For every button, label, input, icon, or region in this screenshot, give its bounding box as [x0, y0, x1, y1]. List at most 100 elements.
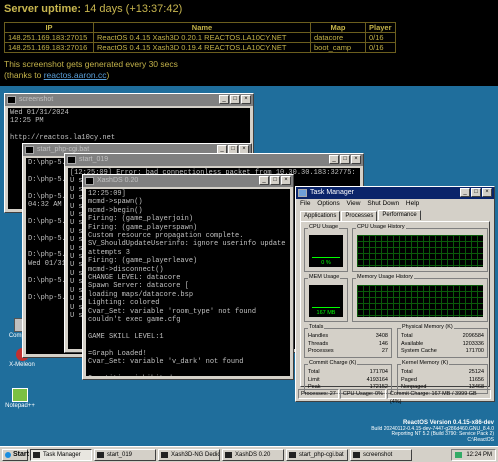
- minimize-button[interactable]: _: [460, 188, 470, 197]
- reactos-aaron-link[interactable]: reactos.aaron.cc: [44, 70, 107, 80]
- close-button[interactable]: ×: [241, 95, 251, 104]
- window-task-manager[interactable]: Task Manager _ □ × File Options View Shut …: [295, 186, 495, 405]
- maximize-button[interactable]: □: [230, 95, 240, 104]
- menu-help[interactable]: Help: [406, 200, 419, 207]
- window-titlebar[interactable]: screenshot _ □ ×: [5, 94, 253, 106]
- stat-row: Limit 4193164: [308, 377, 388, 385]
- minimize-button[interactable]: _: [259, 176, 269, 185]
- taskbar-button-screenshot[interactable]: screenshot: [350, 448, 412, 461]
- close-button[interactable]: ×: [482, 188, 492, 197]
- taskbar-button-start-019[interactable]: start_019: [94, 448, 156, 461]
- close-button[interactable]: ×: [281, 176, 291, 185]
- uptime-line: Server uptime: 14 days (+13:37:42): [4, 3, 182, 15]
- mem-usage-bar: [312, 307, 340, 309]
- stat-label: Available: [401, 340, 424, 347]
- cell-ip: 148.251.169.183:27015: [4, 32, 94, 43]
- stat-row: Available 1203336: [401, 341, 484, 349]
- menu-bar: File Options View Shut Down Help: [296, 199, 494, 209]
- performance-panel: CPU Usage 0 % CPU Usage History MEM Usag…: [300, 221, 490, 394]
- stat-label: Total: [308, 369, 320, 375]
- tab-performance[interactable]: Performance: [378, 210, 421, 220]
- minimize-button[interactable]: _: [219, 95, 229, 104]
- desktop-icon-notepadpp[interactable]: Notepad++: [0, 388, 40, 409]
- tab-applications[interactable]: Applications: [300, 211, 341, 221]
- status-bar: Processes: 27 CPU Usage: 0% Commit Charg…: [298, 389, 492, 405]
- cpu-usage-label: CPU Usage: [308, 224, 340, 230]
- window-title: start_019: [79, 156, 109, 163]
- cell-map: boot_camp: [310, 42, 366, 53]
- uptime-label: Server uptime:: [4, 3, 82, 15]
- system-tray-clock[interactable]: 12:24 PM: [451, 448, 496, 461]
- task-manager-icon: [298, 189, 307, 197]
- stat-label: Paged: [401, 376, 417, 383]
- stat-row: Total 25124: [401, 369, 484, 377]
- taskbar-button-xashds[interactable]: XashDS 0.20: [222, 448, 284, 461]
- window-title: XashDS 0.20: [97, 177, 139, 184]
- menu-shut-down[interactable]: Shut Down: [367, 200, 399, 207]
- cell-player: 0/16: [365, 42, 396, 53]
- stat-value: 11656: [469, 376, 484, 383]
- window-title: Task Manager: [310, 189, 354, 196]
- maximize-button[interactable]: □: [471, 188, 481, 197]
- column-header-ip: IP: [4, 22, 94, 33]
- physical-memory-group: Physical Memory (K) Total 2096584 Availab…: [397, 324, 488, 358]
- stat-value: 3408: [375, 333, 388, 339]
- maximize-button[interactable]: □: [270, 176, 280, 185]
- tab-strip: Applications Processes Performance: [300, 210, 422, 221]
- stat-label: Handles: [308, 333, 329, 339]
- window-title: start_php-cgi.bat: [37, 146, 90, 153]
- desktop-icon-label: X-Meleon: [9, 362, 35, 368]
- window-titlebar[interactable]: XashDS 0.20 _ □ ×: [83, 175, 293, 187]
- cpu-usage-group: CPU Usage 0 %: [304, 224, 348, 272]
- cell-map: datacore: [310, 32, 366, 43]
- totals-group: Totals Handles 3408 Threads 146 Processes 2…: [304, 324, 392, 358]
- console-icon: [7, 96, 16, 104]
- console-icon: [85, 177, 94, 185]
- stat-value: 171700: [465, 348, 484, 355]
- menu-options[interactable]: Options: [317, 200, 339, 207]
- stat-row: Handles 3408: [308, 333, 388, 341]
- window-titlebar[interactable]: Task Manager _ □ ×: [296, 187, 494, 199]
- close-button[interactable]: ×: [351, 155, 361, 164]
- stat-row: Threads 146: [308, 341, 388, 349]
- console-output: 12:25:09] mcmd->spawn() mcmd->begin() Fi…: [86, 189, 290, 376]
- stat-label: Threads: [308, 340, 329, 347]
- column-header-name: Name: [93, 22, 311, 33]
- menu-view[interactable]: View: [347, 200, 361, 207]
- server-table: IP Name Map Player 148.251.169.183:27015…: [4, 22, 396, 53]
- stat-row: Paged 11656: [401, 377, 484, 385]
- taskbar-button-task-manager[interactable]: Task Manager: [30, 448, 92, 461]
- stat-label: Total: [401, 333, 413, 339]
- physical-memory-label: Physical Memory (K): [401, 324, 454, 330]
- taskbar-button-xash3d-ng[interactable]: Xash3D-NG Dedicat...: [158, 448, 220, 461]
- console-icon: [25, 146, 34, 154]
- stat-value: 171704: [369, 369, 388, 375]
- mem-history-group: Memory Usage History: [352, 274, 488, 322]
- cpu-usage-value: 0 %: [321, 260, 331, 266]
- taskbar-button-start-php-cgi[interactable]: start_php-cgi.bat: [286, 448, 348, 461]
- menu-file[interactable]: File: [300, 200, 310, 207]
- tab-processes[interactable]: Processes: [341, 211, 378, 221]
- table-row: 148.251.169.183:27016 ReactOS 0.4.15 Xas…: [4, 42, 396, 53]
- stat-value: 2096584: [462, 333, 484, 339]
- desktop-icon-label: Notepad++: [5, 403, 35, 409]
- server-status-panel: Server uptime: 14 days (+13:37:42) IP Na…: [0, 0, 498, 86]
- maximize-button[interactable]: □: [340, 155, 350, 164]
- window-xashds[interactable]: XashDS 0.20 _ □ × 12:25:09] mcmd->spawn() …: [82, 174, 294, 380]
- physical-memory-stats: Total 2096584 Available 1203336 System Cac…: [401, 333, 484, 356]
- stat-row: Total 2096584: [401, 333, 484, 341]
- column-header-map: Map: [310, 22, 366, 33]
- cpu-usage-meter: 0 %: [309, 235, 343, 267]
- cpu-history-group: CPU Usage History: [352, 224, 488, 272]
- kernel-memory-label: Kernel Memory (K): [401, 360, 450, 366]
- taskbar: Start Task Manager start_019 Xash3D-NG D…: [0, 446, 498, 462]
- minimize-button[interactable]: _: [329, 155, 339, 164]
- window-titlebar[interactable]: start_019 _ □ ×: [65, 154, 363, 166]
- start-button[interactable]: Start: [2, 448, 29, 461]
- stat-value: 25124: [468, 369, 484, 375]
- column-header-player: Player: [365, 22, 396, 33]
- stat-row: Processes 27: [308, 348, 388, 356]
- cpu-history-graph: [357, 235, 483, 267]
- stat-value: 4193164: [366, 376, 388, 383]
- mem-usage-value: 167 MB: [316, 310, 336, 316]
